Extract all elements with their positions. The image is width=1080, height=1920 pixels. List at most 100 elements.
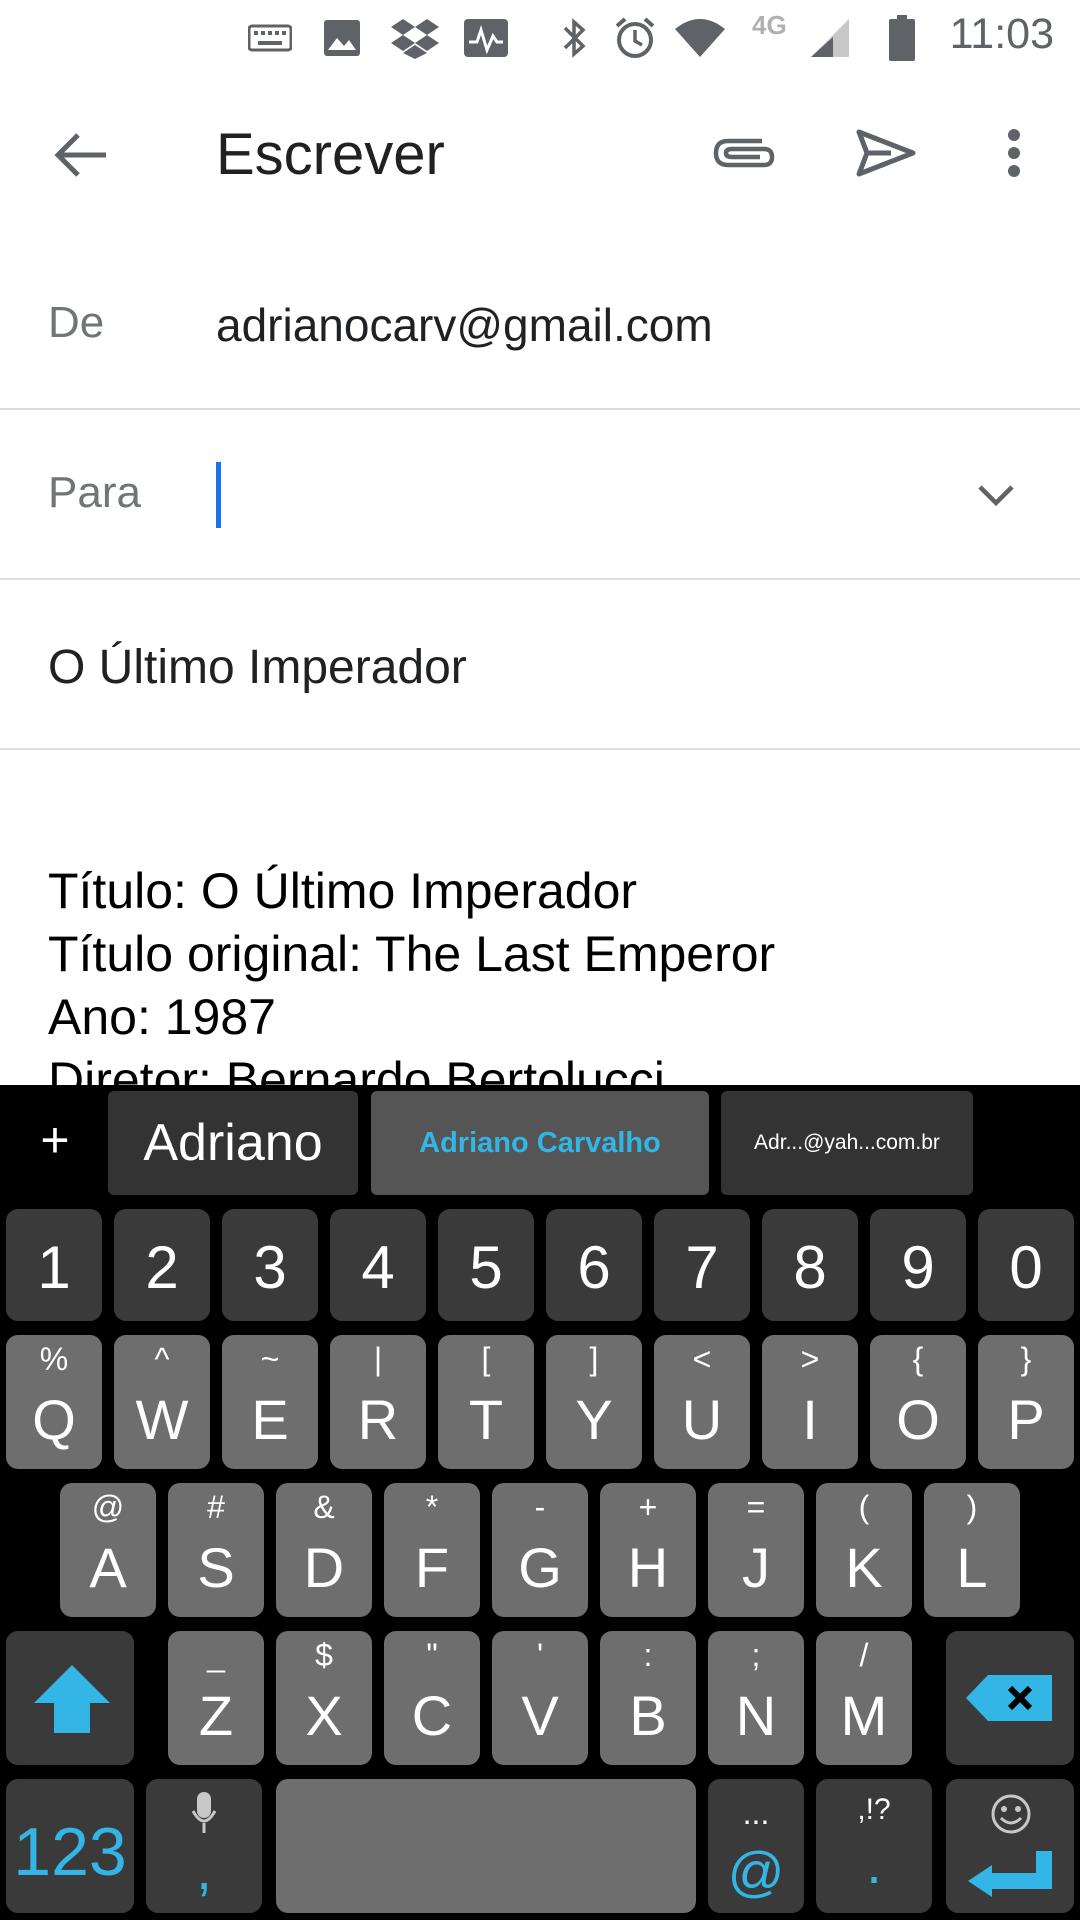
shift-key[interactable]: [6, 1631, 134, 1765]
key-b[interactable]: :B: [600, 1631, 696, 1765]
back-button[interactable]: [46, 123, 118, 187]
key-f[interactable]: * F: [384, 1483, 480, 1617]
send-button[interactable]: [850, 121, 922, 185]
key-alt-label: #: [207, 1489, 225, 1525]
body-line: Título: O Último Imperador: [48, 863, 638, 919]
suggestion-item[interactable]: Adr...@yah...com.br: [721, 1091, 973, 1195]
key-7[interactable]: 7: [654, 1209, 750, 1321]
key-alt-label: $: [315, 1637, 333, 1673]
key-alt-label: &: [313, 1489, 335, 1525]
key-c[interactable]: " C: [384, 1631, 480, 1765]
key-label: 1: [37, 1234, 71, 1301]
key-0[interactable]: 0: [978, 1209, 1074, 1321]
key-alt-label: -: [534, 1489, 546, 1525]
key-2[interactable]: 2: [114, 1209, 210, 1321]
key-4[interactable]: 4: [330, 1209, 426, 1321]
to-input[interactable]: [214, 460, 934, 534]
bluetooth-icon: [556, 14, 592, 62]
shift-icon: [34, 1665, 110, 1733]
key-alt-label: ]: [589, 1341, 599, 1377]
app-bar: Escrever: [0, 75, 1080, 235]
network-type-label: 4G: [752, 10, 787, 40]
body-line: Ano: 1987: [48, 989, 276, 1045]
key-9[interactable]: 9: [870, 1209, 966, 1321]
key-label: V: [521, 1684, 559, 1747]
key-alt-label: [: [481, 1341, 491, 1377]
key-alt-label: :: [643, 1637, 653, 1673]
expand-recipients-button[interactable]: [966, 465, 1026, 525]
key-m[interactable]: / M: [816, 1631, 912, 1765]
key-u[interactable]: < U: [654, 1335, 750, 1469]
key-n[interactable]: ; N: [708, 1631, 804, 1765]
key-label: F: [414, 1536, 450, 1599]
message-body[interactable]: Título: O Último Imperador Título origin…: [0, 752, 1080, 1085]
key-j[interactable]: = J: [708, 1483, 804, 1617]
key-i[interactable]: > I: [762, 1335, 858, 1469]
key-alt-label: %: [39, 1341, 69, 1377]
key-label: 2: [145, 1234, 179, 1301]
dropbox-icon: [390, 14, 440, 62]
enter-key[interactable]: [946, 1779, 1074, 1913]
key-r[interactable]: | R: [330, 1335, 426, 1469]
key-v[interactable]: ' V: [492, 1631, 588, 1765]
key-a[interactable]: @ A: [60, 1483, 156, 1617]
key-k[interactable]: (K: [816, 1483, 912, 1617]
space-key[interactable]: [276, 1779, 696, 1913]
at-key[interactable]: ... @: [708, 1779, 804, 1913]
key-w[interactable]: ^ W: [114, 1335, 210, 1469]
key-label: 9: [901, 1234, 935, 1301]
suggestion-item[interactable]: Adriano: [108, 1091, 358, 1195]
key-alt-label: ^: [154, 1341, 170, 1377]
key-5[interactable]: 5: [438, 1209, 534, 1321]
key-8[interactable]: 8: [762, 1209, 858, 1321]
more-vert-icon: [1008, 129, 1020, 177]
key-3[interactable]: 3: [222, 1209, 318, 1321]
at-alt-label: ...: [742, 1795, 770, 1831]
add-word-button[interactable]: +: [30, 1105, 80, 1175]
key-alt-label: =: [746, 1489, 766, 1525]
key-1[interactable]: 1: [6, 1209, 102, 1321]
key-alt-label: (: [858, 1489, 870, 1525]
period-label: .: [866, 1832, 882, 1895]
key-label: S: [197, 1536, 235, 1599]
period-key[interactable]: ,!? .: [816, 1779, 932, 1913]
keyboard-icon: [248, 14, 292, 62]
backspace-key[interactable]: [946, 1631, 1074, 1765]
key-h[interactable]: + H: [600, 1483, 696, 1617]
key-t[interactable]: [T: [438, 1335, 534, 1469]
key-alt-label: *: [425, 1489, 439, 1525]
status-time: 11:03: [949, 10, 1054, 58]
key-label: 5: [469, 1234, 503, 1301]
key-p[interactable]: } P: [978, 1335, 1074, 1469]
subject-field[interactable]: O Último Imperador: [0, 580, 1080, 750]
key-s[interactable]: # S: [168, 1483, 264, 1617]
enter-icon: [968, 1851, 1052, 1897]
key-label: E: [251, 1388, 289, 1451]
key-6[interactable]: 6: [546, 1209, 642, 1321]
at-label: @: [727, 1840, 785, 1903]
attach-button[interactable]: [708, 121, 780, 185]
key-z[interactable]: _ Z: [168, 1631, 264, 1765]
send-icon: [856, 129, 916, 177]
key-g[interactable]: -G: [492, 1483, 588, 1617]
page-title: Escrever: [216, 122, 445, 187]
keyboard: + Adriano Adriano Carvalho Adr...@yah...…: [0, 1085, 1080, 1920]
key-label: 7: [685, 1234, 719, 1301]
symbols-key[interactable]: 123: [6, 1779, 134, 1913]
key-alt-label: ;: [751, 1637, 761, 1673]
key-e[interactable]: ~ E: [222, 1335, 318, 1469]
key-d[interactable]: & D: [276, 1483, 372, 1617]
key-x[interactable]: $ X: [276, 1631, 372, 1765]
key-y[interactable]: ] Y: [546, 1335, 642, 1469]
key-l[interactable]: ) L: [924, 1483, 1020, 1617]
comma-key[interactable]: ,: [146, 1779, 262, 1913]
more-options-button[interactable]: [990, 121, 1038, 185]
body-line: Diretor: Bernardo Bertolucci: [48, 1052, 665, 1085]
key-alt-label: }: [1020, 1341, 1032, 1377]
key-alt-label: >: [800, 1341, 820, 1377]
suggestion-item[interactable]: Adriano Carvalho: [371, 1091, 709, 1195]
key-o[interactable]: {O: [870, 1335, 966, 1469]
comma-label: ,: [196, 1838, 212, 1901]
key-q[interactable]: % Q: [6, 1335, 102, 1469]
from-value[interactable]: adrianocarv@gmail.com: [216, 298, 713, 352]
